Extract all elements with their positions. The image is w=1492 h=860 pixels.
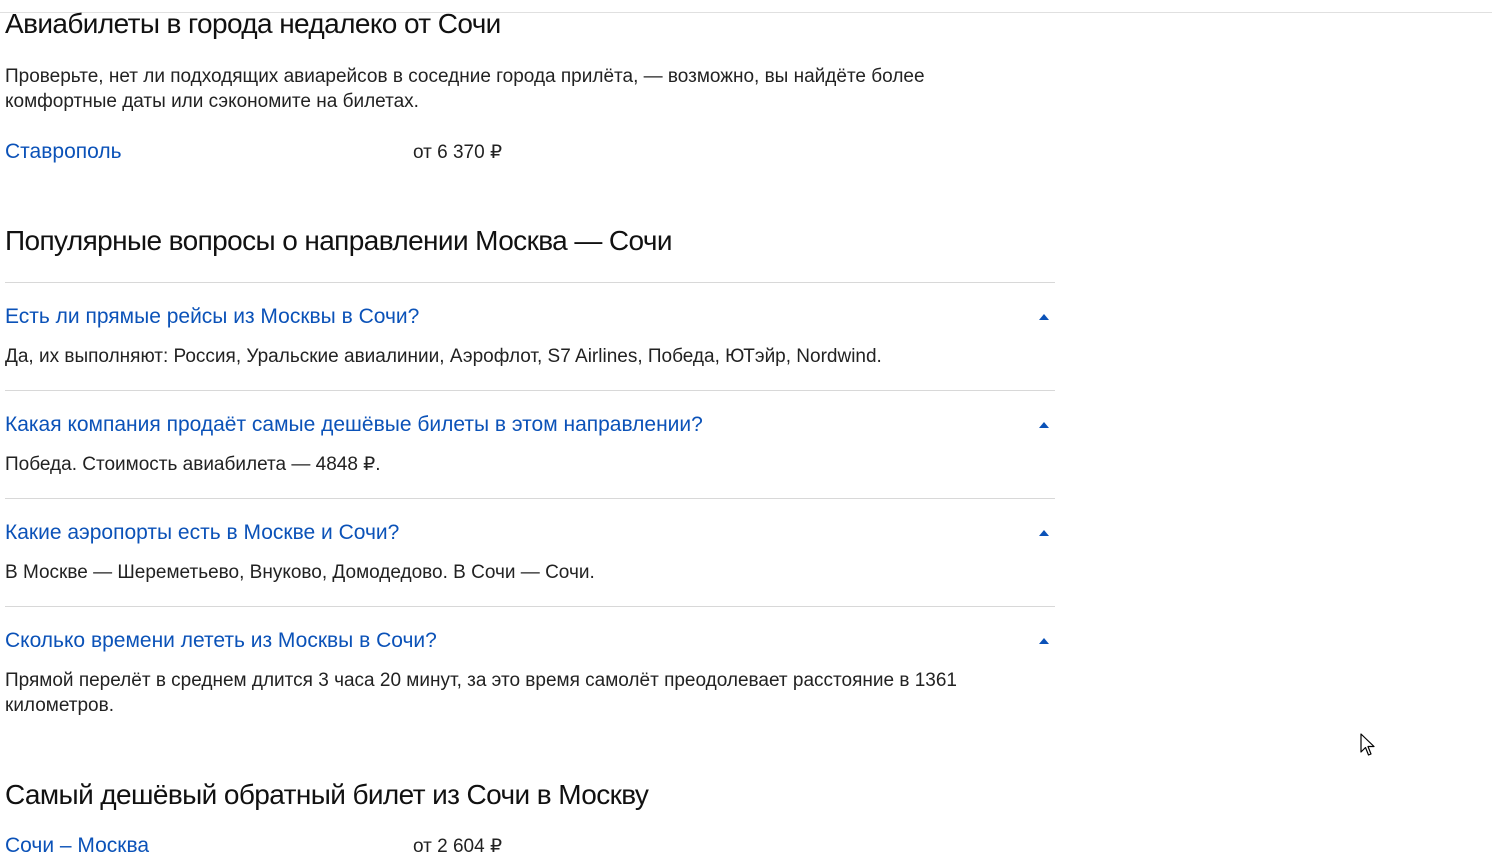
faq-title: Популярные вопросы о направлении Москва … (5, 225, 673, 256)
nearby-cities-description: Проверьте, нет ли подходящих авиарейсов … (5, 66, 925, 112)
faq-item: Какая компания продаёт самые дешёвые бил… (5, 391, 1055, 499)
return-route-price: от 2 604 ₽ (413, 836, 503, 857)
faq-item: Какие аэропорты есть в Москве и Сочи? В … (5, 499, 1055, 607)
nearby-city-price: от 6 370 ₽ (413, 142, 503, 163)
return-ticket-title: Самый дешёвый обратный билет из Сочи в М… (5, 779, 649, 810)
faq-item: Сколько времени лететь из Москвы в Сочи?… (5, 607, 1055, 739)
faq-question[interactable]: Какие аэропорты есть в Москве и Сочи? (5, 521, 399, 545)
chevron-up-icon[interactable] (1039, 422, 1049, 428)
faq-question[interactable]: Сколько времени лететь из Москвы в Сочи? (5, 629, 437, 653)
faq-question[interactable]: Какая компания продаёт самые дешёвые бил… (5, 413, 703, 437)
faq-answer: В Москве — Шереметьево, Внуково, Домодед… (5, 562, 595, 583)
faq-question-toggle[interactable]: Есть ли прямые рейсы из Москвы в Сочи? (5, 283, 1055, 330)
nearby-cities-title: Авиабилеты в города недалеко от Сочи (5, 8, 501, 39)
nearby-city-row: Ставрополь от 6 370 ₽ (5, 140, 1055, 166)
mouse-cursor-icon (1360, 733, 1375, 756)
faq-list: Есть ли прямые рейсы из Москвы в Сочи? Д… (5, 282, 1055, 739)
faq-answer: Прямой перелёт в среднем длится 3 часа 2… (5, 670, 957, 716)
faq-answer: Победа. Стоимость авиабилета — 4848 ₽. (5, 454, 381, 475)
return-route-link[interactable]: Сочи – Москва (5, 834, 149, 858)
chevron-up-icon[interactable] (1039, 314, 1049, 320)
faq-question-toggle[interactable]: Какая компания продаёт самые дешёвые бил… (5, 391, 1055, 438)
return-ticket-row: Сочи – Москва от 2 604 ₽ (5, 834, 1055, 860)
faq-question-toggle[interactable]: Сколько времени лететь из Москвы в Сочи? (5, 607, 1055, 654)
faq-question[interactable]: Есть ли прямые рейсы из Москвы в Сочи? (5, 305, 419, 329)
chevron-up-icon[interactable] (1039, 638, 1049, 644)
nearby-city-link[interactable]: Ставрополь (5, 140, 122, 164)
chevron-up-icon[interactable] (1039, 530, 1049, 536)
faq-answer: Да, их выполняют: Россия, Уральские авиа… (5, 346, 882, 367)
faq-item: Есть ли прямые рейсы из Москвы в Сочи? Д… (5, 283, 1055, 391)
faq-question-toggle[interactable]: Какие аэропорты есть в Москве и Сочи? (5, 499, 1055, 546)
